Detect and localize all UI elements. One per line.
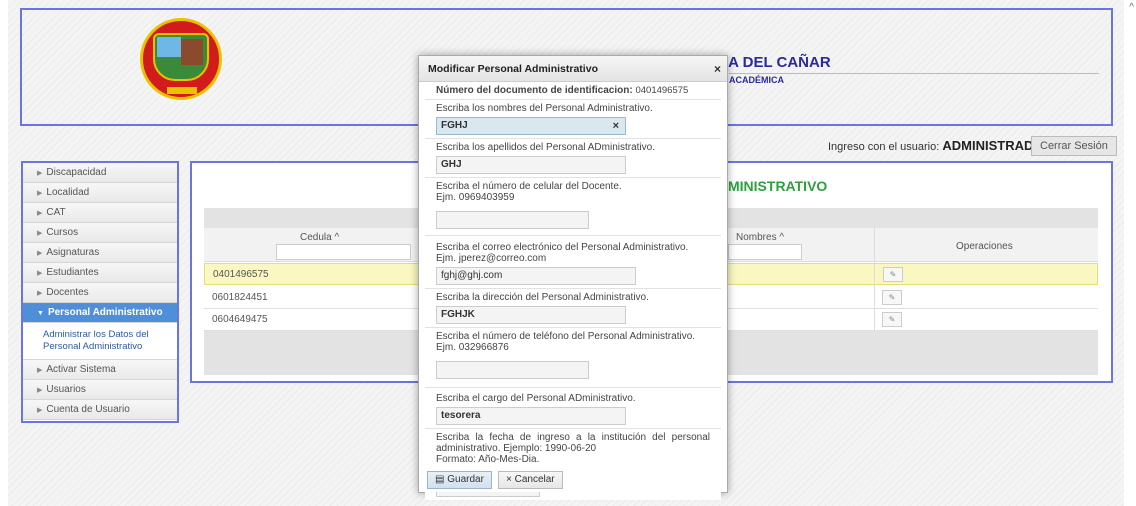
sidebar-item-label: Personal Administrativo bbox=[47, 307, 163, 318]
sidebar-item-estudiantes[interactable]: ▶ Estudiantes bbox=[23, 263, 177, 283]
fecha-format: Formato: Año-Mes-Dia. bbox=[436, 454, 540, 465]
close-icon[interactable]: × bbox=[714, 56, 721, 82]
field-correo: Escriba el correo electrónico del Person… bbox=[425, 236, 721, 289]
title-divider bbox=[729, 73, 1099, 74]
identificacion-label: Número del documento de identificacion: … bbox=[436, 85, 710, 96]
fecha-label: Escriba la fecha de ingreso a la institu… bbox=[436, 432, 710, 454]
telefono-label: Escriba el número de teléfono del Person… bbox=[436, 331, 696, 342]
sidebar-item-label: Cuenta de Usuario bbox=[46, 404, 130, 415]
page-title: IA DEL CAÑAR bbox=[724, 54, 831, 71]
direccion-label: Escriba la dirección del Personal Admini… bbox=[436, 292, 649, 303]
nombres-label: Escriba los nombres del Personal Adminis… bbox=[436, 103, 653, 114]
clear-icon[interactable]: × bbox=[613, 120, 619, 132]
login-info: Ingreso con el usuario: ADMINISTRADOR bbox=[828, 138, 1053, 153]
institution-logo bbox=[140, 18, 222, 100]
cancel-icon: × bbox=[505, 474, 512, 485]
celular-input[interactable] bbox=[436, 211, 589, 229]
correo-label: Escriba el correo electrónico del Person… bbox=[436, 242, 689, 253]
column-header-cedula[interactable]: Cedula ^ bbox=[300, 232, 339, 243]
caret-right-icon: ▶ bbox=[37, 230, 43, 237]
apellidos-label: Escriba los apellidos del Personal ADmin… bbox=[436, 142, 655, 153]
edit-personal-dialog: Modificar Personal Administrativo × Núme… bbox=[418, 55, 728, 500]
caret-right-icon: ▶ bbox=[37, 170, 43, 177]
celular-example: Ejm. 0969403959 bbox=[436, 192, 515, 203]
sidebar-item-label: Activar Sistema bbox=[46, 364, 116, 375]
logout-button[interactable]: Cerrar Sesión bbox=[1031, 136, 1117, 156]
field-direccion: Escriba la dirección del Personal Admini… bbox=[425, 289, 721, 328]
correo-example: Ejm. jperez@correo.com bbox=[436, 253, 547, 264]
cedula-cell: 0401496575 bbox=[213, 269, 269, 280]
identificacion-value: 0401496575 bbox=[635, 85, 689, 96]
dialog-footer: ▤ Guardar × Cancelar bbox=[419, 468, 727, 492]
nombres-filter-input[interactable] bbox=[728, 244, 802, 260]
column-divider bbox=[874, 228, 875, 346]
sidebar-item-docentes[interactable]: ▶ Docentes bbox=[23, 283, 177, 303]
nombres-input[interactable]: FGHJ × bbox=[436, 117, 626, 135]
scroll-up-icon[interactable]: ^ bbox=[1129, 2, 1134, 13]
dialog-title: Modificar Personal Administrativo bbox=[428, 63, 598, 75]
sidebar-item-localidad[interactable]: ▶ Localidad bbox=[23, 183, 177, 203]
sidebar-item-activar-sistema[interactable]: ▶ Activar Sistema bbox=[23, 360, 177, 380]
caret-right-icon: ▶ bbox=[37, 407, 43, 414]
sidebar-item-label: Asignaturas bbox=[46, 247, 100, 258]
sidebar-item-usuarios[interactable]: ▶ Usuarios bbox=[23, 380, 177, 400]
page-subtitle: ACADÉMICA bbox=[729, 75, 784, 85]
sidebar-item-discapacidad[interactable]: ▶ Discapacidad bbox=[23, 163, 177, 183]
cancel-label: Cancelar bbox=[514, 474, 555, 485]
sidebar: ▶ Discapacidad ▶ Localidad ▶ CAT ▶ Cursos ▶ A… bbox=[21, 161, 179, 423]
save-icon: ▤ bbox=[435, 474, 445, 485]
dialog-header: Modificar Personal Administrativo × bbox=[419, 56, 727, 82]
field-celular: Escriba el número de celular del Docente… bbox=[425, 178, 721, 236]
identificacion-label-text: Número del documento de identificacion: bbox=[436, 85, 633, 96]
login-prefix: Ingreso con el usuario: bbox=[828, 141, 940, 153]
sidebar-item-label: Discapacidad bbox=[46, 167, 107, 178]
sidebar-item-label: Docentes bbox=[46, 287, 89, 298]
caret-down-icon: ▼ bbox=[37, 310, 44, 317]
cedula-cell: 0601824451 bbox=[212, 292, 268, 303]
nombres-value: FGHJ bbox=[441, 120, 468, 131]
save-label: Guardar bbox=[447, 474, 484, 485]
sidebar-item-label: Cursos bbox=[46, 227, 79, 238]
cargo-input[interactable]: tesorera bbox=[436, 407, 626, 425]
edit-icon[interactable]: ✎ bbox=[883, 267, 903, 282]
sidebar-item-asignaturas[interactable]: ▶ Asignaturas bbox=[23, 243, 177, 263]
content-title: MINISTRATIVO bbox=[728, 178, 828, 194]
sidebar-item-cat[interactable]: ▶ CAT bbox=[23, 203, 177, 223]
telefono-example: Ejm. 032966876 bbox=[436, 342, 509, 353]
caret-right-icon: ▶ bbox=[37, 250, 43, 257]
cargo-label: Escriba el cargo del Personal ADministra… bbox=[436, 393, 636, 404]
edit-icon[interactable]: ✎ bbox=[882, 312, 902, 327]
telefono-input[interactable] bbox=[436, 361, 589, 379]
caret-right-icon: ▶ bbox=[37, 290, 43, 297]
sidebar-item-label: Localidad bbox=[46, 187, 90, 198]
caret-right-icon: ▶ bbox=[37, 190, 43, 197]
cedula-cell: 0604649475 bbox=[212, 314, 268, 325]
field-apellidos: Escriba los apellidos del Personal ADmin… bbox=[425, 139, 721, 178]
caret-right-icon: ▶ bbox=[37, 367, 43, 374]
sidebar-item-label: Usuarios bbox=[46, 384, 86, 395]
caret-right-icon: ▶ bbox=[37, 270, 43, 277]
celular-label: Escriba el número de celular del Docente… bbox=[436, 181, 622, 192]
cancel-button[interactable]: × Cancelar bbox=[497, 471, 563, 489]
edit-icon[interactable]: ✎ bbox=[882, 290, 902, 305]
sidebar-subitem-administrar-personal[interactable]: Administrar los Datos del Personal Admin… bbox=[23, 323, 177, 360]
apellidos-input[interactable]: GHJ bbox=[436, 156, 626, 174]
column-header-operaciones: Operaciones bbox=[956, 241, 1013, 252]
save-button[interactable]: ▤ Guardar bbox=[427, 471, 492, 489]
sidebar-item-cuenta-usuario[interactable]: ▶ Cuenta de Usuario bbox=[23, 400, 177, 420]
sidebar-item-cursos[interactable]: ▶ Cursos bbox=[23, 223, 177, 243]
field-nombres: Escriba los nombres del Personal Adminis… bbox=[425, 100, 721, 139]
direccion-input[interactable]: FGHJK bbox=[436, 306, 626, 324]
correo-input[interactable]: fghj@ghj.com bbox=[436, 267, 636, 285]
caret-right-icon: ▶ bbox=[37, 210, 43, 217]
column-header-nombres[interactable]: Nombres ^ bbox=[736, 232, 784, 243]
field-identificacion: Número del documento de identificacion: … bbox=[425, 82, 721, 100]
sidebar-item-label: Estudiantes bbox=[46, 267, 99, 278]
caret-right-icon: ▶ bbox=[37, 387, 43, 394]
field-telefono: Escriba el número de teléfono del Person… bbox=[425, 328, 721, 388]
sidebar-item-personal-administrativo[interactable]: ▼ Personal Administrativo bbox=[23, 303, 177, 323]
sidebar-item-label: CAT bbox=[46, 207, 66, 218]
field-cargo: Escriba el cargo del Personal ADministra… bbox=[425, 388, 721, 429]
cedula-filter-input[interactable] bbox=[276, 244, 411, 260]
